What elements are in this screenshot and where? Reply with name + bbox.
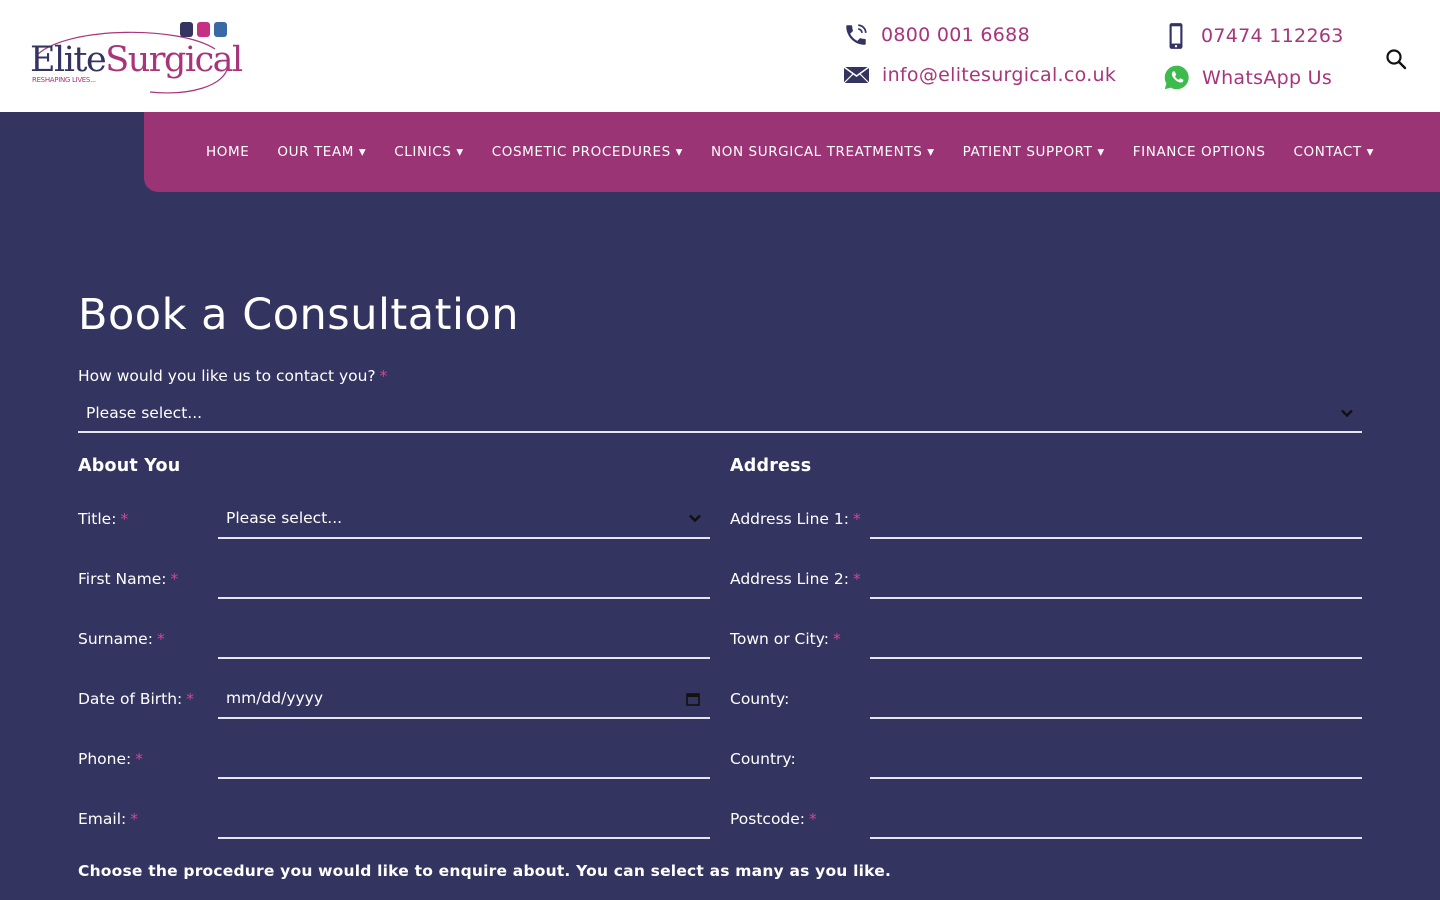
contact-method-select[interactable]: Please select... — [78, 394, 1362, 433]
mobile-link[interactable]: 07474 112263 — [1163, 22, 1344, 50]
postcode-label: Postcode: * — [730, 810, 817, 828]
nav-non-surgical-treatments[interactable]: NON SURGICAL TREATMENTS ▾ — [697, 144, 949, 160]
town-label: Town or City: * — [730, 630, 841, 648]
first-name-row: First Name: * — [78, 559, 710, 599]
country-row: Country: — [730, 739, 1362, 779]
surname-input[interactable] — [218, 619, 710, 659]
search-icon[interactable] — [1384, 47, 1408, 71]
chevron-down-icon — [1341, 409, 1353, 418]
contact-method-label: How would you like us to contact you? * — [78, 367, 388, 385]
title-row: Title: * Please select... — [78, 499, 710, 539]
nav-clinics[interactable]: CLINICS ▾ — [380, 144, 477, 160]
site-header: EliteSurgical RESHAPING LIVES... 0800 00… — [0, 0, 1440, 112]
phone-row: Phone: * — [78, 739, 710, 779]
logo-squares-icon — [180, 22, 227, 37]
main-navigation: HOME OUR TEAM ▾ CLINICS ▾ COSMETIC PROCE… — [144, 112, 1440, 192]
title-select[interactable]: Please select... — [218, 499, 710, 539]
address-heading: Address — [730, 456, 812, 476]
address-line-1-row: Address Line 1: * — [730, 499, 1362, 539]
nav-our-team[interactable]: OUR TEAM ▾ — [263, 144, 380, 160]
phone-link[interactable]: 0800 001 6688 — [843, 22, 1030, 48]
email-link[interactable]: info@elitesurgical.co.uk — [843, 64, 1116, 86]
about-you-heading: About You — [78, 456, 181, 476]
envelope-icon — [843, 66, 870, 84]
phone-label: Phone: * — [78, 750, 143, 768]
nav-contact[interactable]: CONTACT ▾ — [1280, 144, 1389, 160]
page-title: Book a Consultation — [78, 290, 519, 340]
country-label: Country: — [730, 750, 796, 768]
dob-input[interactable]: mm/dd/yyyy — [218, 679, 710, 719]
county-input[interactable] — [870, 679, 1362, 719]
surname-row: Surname: * — [78, 619, 710, 659]
phone-input[interactable] — [218, 739, 710, 779]
town-input[interactable] — [870, 619, 1362, 659]
logo-wordmark: EliteSurgical — [30, 40, 243, 80]
surname-label: Surname: * — [78, 630, 165, 648]
mobile-icon — [1169, 23, 1183, 49]
county-label: County: — [730, 690, 790, 708]
address-line-2-row: Address Line 2: * — [730, 559, 1362, 599]
email-input[interactable] — [218, 799, 710, 839]
address-line-2-input[interactable] — [870, 559, 1362, 599]
nav-patient-support[interactable]: PATIENT SUPPORT ▾ — [949, 144, 1119, 160]
town-row: Town or City: * — [730, 619, 1362, 659]
chevron-down-icon — [689, 514, 701, 523]
nav-cosmetic-procedures[interactable]: COSMETIC PROCEDURES ▾ — [478, 144, 697, 160]
logo-tagline: RESHAPING LIVES... — [32, 76, 96, 84]
calendar-icon[interactable] — [686, 692, 700, 706]
nav-home[interactable]: HOME — [192, 144, 263, 160]
email-label: Email: * — [78, 810, 138, 828]
procedure-instructions: Choose the procedure you would like to e… — [78, 862, 892, 880]
elite-surgical-logo[interactable]: EliteSurgical RESHAPING LIVES... — [30, 20, 243, 94]
dob-label: Date of Birth: * — [78, 690, 195, 708]
nav-finance-options[interactable]: FINANCE OPTIONS — [1119, 144, 1280, 160]
county-row: County: — [730, 679, 1362, 719]
first-name-label: First Name: * — [78, 570, 179, 588]
postcode-row: Postcode: * — [730, 799, 1362, 839]
dob-row: Date of Birth: * mm/dd/yyyy — [78, 679, 710, 719]
country-input[interactable] — [870, 739, 1362, 779]
phone-icon — [846, 24, 867, 45]
email-row: Email: * — [78, 799, 710, 839]
whatsapp-link[interactable]: WhatsApp Us — [1163, 64, 1332, 91]
whatsapp-icon — [1164, 65, 1189, 90]
address-line-2-label: Address Line 2: * — [730, 570, 861, 588]
address-line-1-label: Address Line 1: * — [730, 510, 861, 528]
first-name-input[interactable] — [218, 559, 710, 599]
address-line-1-input[interactable] — [870, 499, 1362, 539]
title-label: Title: * — [78, 510, 129, 528]
postcode-input[interactable] — [870, 799, 1362, 839]
